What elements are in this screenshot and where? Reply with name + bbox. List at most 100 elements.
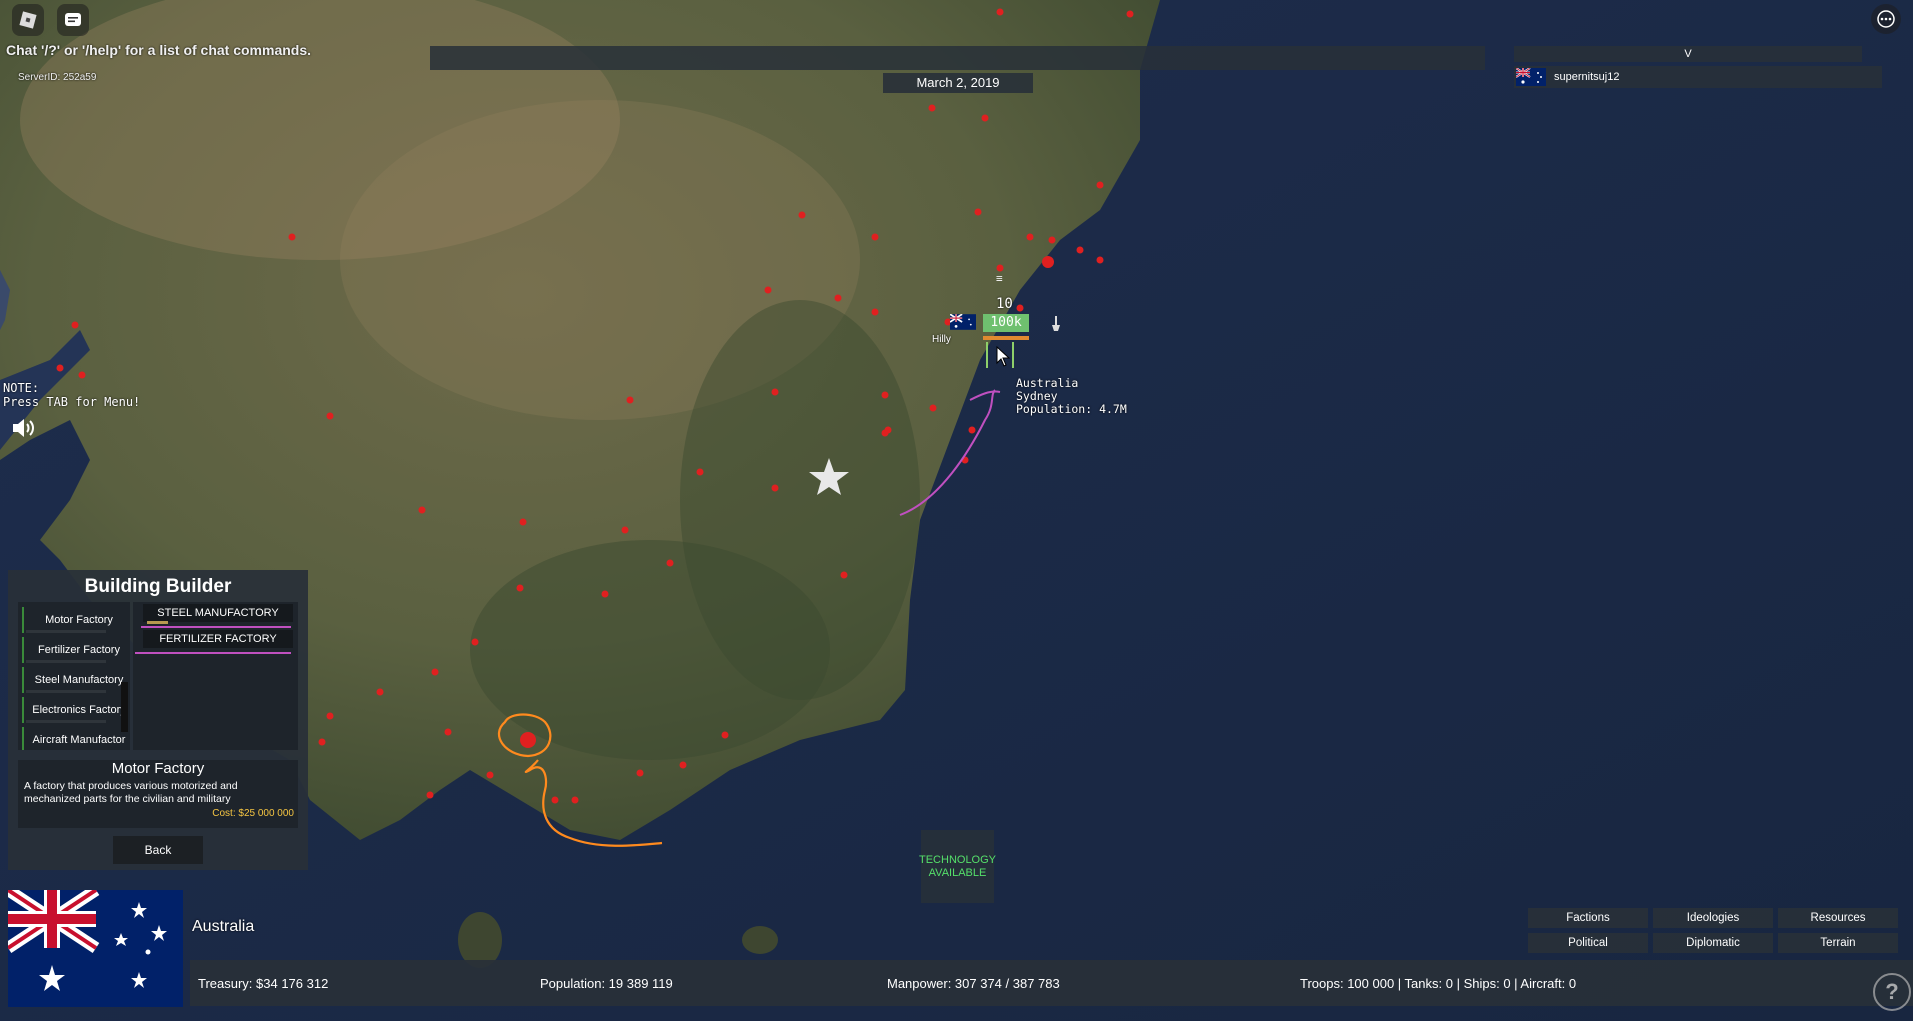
terrain-button[interactable]: Terrain	[1778, 933, 1898, 953]
city-dot[interactable]	[516, 584, 524, 592]
building-item-motor-factory[interactable]: Motor Factory	[22, 607, 130, 633]
list-scrollbar[interactable]	[121, 682, 128, 732]
city-dot[interactable]	[884, 426, 892, 434]
city-dot[interactable]	[601, 590, 609, 598]
building-item-fertilizer-factory[interactable]: Fertilizer Factory	[22, 637, 130, 663]
military-stat: Troops: 100 000 | Tanks: 0 | Ships: 0 | …	[1300, 976, 1577, 991]
city-dot[interactable]	[771, 484, 779, 492]
city-dot[interactable]	[666, 559, 674, 567]
city-dot[interactable]	[996, 8, 1004, 16]
city-dot[interactable]	[636, 769, 644, 777]
description-text: A factory that produces various motorize…	[24, 780, 238, 805]
city-dot[interactable]	[621, 526, 629, 534]
political-button[interactable]: Political	[1528, 933, 1648, 953]
city-dot[interactable]	[871, 308, 879, 316]
city-dot[interactable]	[471, 638, 479, 646]
manpower-stat: Manpower: 307 374 / 387 783	[887, 976, 1060, 991]
sydney-dot	[1042, 256, 1054, 268]
top-bar	[430, 46, 1485, 70]
build-queue: STEEL MANUFACTORY FERTILIZER FACTORY	[133, 602, 298, 750]
city-dot[interactable]	[519, 518, 527, 526]
annotation-underline	[141, 626, 291, 628]
chat-icon[interactable]	[57, 4, 89, 36]
city-dot[interactable]	[318, 738, 326, 746]
city-dot[interactable]	[871, 233, 879, 241]
city-dot[interactable]	[551, 796, 559, 804]
city-dot[interactable]	[418, 506, 426, 514]
city-dot[interactable]	[974, 208, 982, 216]
australia-flag	[1516, 68, 1546, 86]
treasury-stat: Treasury: $34 176 312	[198, 976, 329, 991]
city-dot[interactable]	[968, 426, 976, 434]
population-stat: Population: 19 389 119	[540, 976, 673, 991]
city-dot[interactable]	[486, 771, 494, 779]
city-dot[interactable]	[71, 321, 79, 329]
queue-item-fertilizer-factory[interactable]: FERTILIZER FACTORY	[143, 630, 293, 648]
unit-troops-badge[interactable]: 100k	[983, 314, 1029, 332]
building-cost: Cost: $25 000 000	[212, 808, 294, 819]
city-dot[interactable]	[571, 796, 579, 804]
building-item-aircraft-manufactor[interactable]: Aircraft Manufactor	[22, 727, 130, 750]
ideologies-button[interactable]: Ideologies	[1653, 908, 1773, 928]
country-name: Australia	[192, 918, 255, 935]
city-dot[interactable]	[881, 391, 889, 399]
panel-title: Building Builder	[84, 576, 232, 597]
unit-level-icon: ≡	[996, 272, 1003, 285]
back-button[interactable]: Back	[113, 836, 203, 864]
help-icon[interactable]: ?	[1873, 973, 1911, 1011]
technology-available-button[interactable]: TECHNOLOGY AVAILABLE	[919, 830, 996, 903]
player-list-header[interactable]: V	[1514, 46, 1862, 62]
city-dot[interactable]	[426, 791, 434, 799]
city-dot[interactable]	[1048, 236, 1056, 244]
city-dot[interactable]	[840, 571, 848, 579]
city-dot[interactable]	[626, 396, 634, 404]
factions-button[interactable]: Factions	[1528, 908, 1648, 928]
description-title: Motor Factory	[111, 760, 205, 777]
city-dot[interactable]	[798, 211, 806, 219]
city-dot[interactable]	[78, 371, 86, 379]
annotation-underline	[135, 652, 291, 654]
city-dot[interactable]	[679, 761, 687, 769]
building-list[interactable]: Motor Factory Fertilizer Factory Steel M…	[18, 602, 130, 750]
more-icon[interactable]	[1871, 4, 1901, 34]
city-dot[interactable]	[929, 404, 937, 412]
diplomatic-button[interactable]: Diplomatic	[1653, 933, 1773, 953]
city-dot[interactable]	[771, 388, 779, 396]
building-item-steel-manufactory[interactable]: Steel Manufactory	[22, 667, 130, 693]
unit-flag	[949, 313, 976, 330]
city-dot[interactable]	[1076, 246, 1084, 254]
city-dot[interactable]	[1126, 10, 1134, 18]
city-dot[interactable]	[431, 668, 439, 676]
building-description: Motor Factory A factory that produces va…	[18, 760, 298, 828]
resources-button[interactable]: Resources	[1778, 908, 1898, 928]
city-dot[interactable]	[1096, 256, 1104, 264]
building-item-electronics-factory[interactable]: Electronics Factory	[22, 697, 130, 723]
speaker-icon[interactable]	[10, 416, 36, 445]
city-dot[interactable]	[326, 712, 334, 720]
city-dot[interactable]	[326, 412, 334, 420]
city-dot[interactable]	[764, 286, 772, 294]
city-dot[interactable]	[288, 233, 296, 241]
player-list-item[interactable]: supernitsuj12	[1514, 66, 1882, 88]
city-dot[interactable]	[696, 468, 704, 476]
city-dot[interactable]	[1026, 233, 1034, 241]
game-date: March 2, 2019	[883, 73, 1033, 93]
australia-flag[interactable]	[8, 890, 183, 1007]
unit-health-bar	[983, 336, 1029, 340]
unit-name: Hilly	[932, 334, 951, 345]
city-dot[interactable]	[721, 731, 729, 739]
city-dot[interactable]	[928, 104, 936, 112]
city-dot[interactable]	[1096, 181, 1104, 189]
city-dot[interactable]	[1016, 304, 1024, 312]
city-dot[interactable]	[834, 294, 842, 302]
city-dot[interactable]	[444, 728, 452, 736]
city-dot[interactable]	[376, 688, 384, 696]
city-dot[interactable]	[981, 114, 989, 122]
roblox-logo-icon[interactable]	[12, 4, 44, 36]
city-dot[interactable]	[996, 264, 1004, 272]
server-id: ServerID: 252a59	[18, 72, 97, 83]
city-dot[interactable]	[56, 364, 64, 372]
player-name: supernitsuj12	[1554, 71, 1620, 83]
selected-city-dot	[520, 732, 536, 748]
queue-item-steel-manufactory[interactable]: STEEL MANUFACTORY	[143, 604, 293, 624]
